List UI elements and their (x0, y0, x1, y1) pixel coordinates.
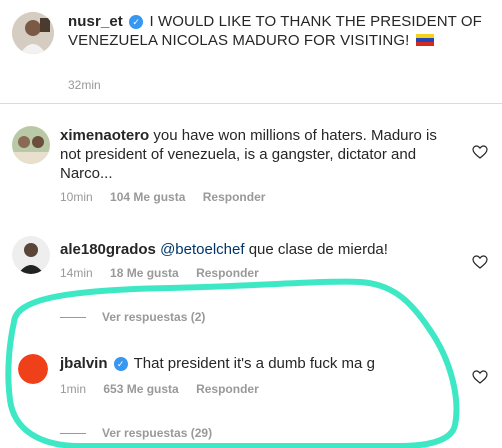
comment-time: 14min (60, 266, 93, 280)
post-caption: nusr_et ✓ I WOULD LIKE TO THANK THE PRES… (68, 12, 488, 50)
comment-time: 10min (60, 190, 93, 204)
comment-avatar[interactable] (12, 126, 50, 164)
reply-button[interactable]: Responder (203, 190, 266, 204)
verified-badge-icon: ✓ (129, 15, 144, 29)
comment-text: That president it's a dumb fuck ma g (133, 355, 375, 372)
comment-text: que clase de mierda! (248, 241, 388, 258)
reply-button[interactable]: Responder (196, 266, 259, 280)
comment-likes[interactable]: 104 Me gusta (110, 190, 185, 204)
comment-mention[interactable]: @betoelchef (160, 241, 244, 258)
post-author-avatar[interactable] (12, 12, 54, 54)
comment-username[interactable]: ale180grados (60, 241, 156, 258)
post-time: 32min (68, 78, 101, 92)
comment-meta: 10min 104 Me gusta Responder (60, 190, 279, 204)
view-replies-label: Ver respuestas (29) (102, 426, 213, 440)
comment-body: ale180grados @betoelchef que clase de mi… (60, 240, 460, 259)
replies-divider (60, 433, 86, 434)
heart-outline-icon[interactable] (472, 255, 488, 269)
comment-avatar[interactable] (18, 354, 48, 384)
comment-meta: 1min 653 Me gusta Responder (60, 382, 273, 396)
comment-username[interactable]: ximenaotero (60, 127, 149, 144)
original-post: nusr_et ✓ I WOULD LIKE TO THANK THE PRES… (0, 0, 502, 104)
post-username[interactable]: nusr_et (68, 13, 123, 30)
comment-avatar[interactable] (12, 236, 50, 274)
comment-username[interactable]: jbalvin (60, 355, 108, 372)
verified-badge-icon: ✓ (113, 357, 128, 371)
comment-likes[interactable]: 653 Me gusta (103, 382, 178, 396)
comment-likes[interactable]: 18 Me gusta (110, 266, 179, 280)
replies-divider (60, 317, 86, 318)
view-replies-button[interactable]: Ver respuestas (2) (60, 310, 205, 324)
view-replies-button[interactable]: Ver respuestas (29) (60, 426, 212, 440)
view-replies-label: Ver respuestas (2) (102, 310, 206, 324)
comment-meta: 14min 18 Me gusta Responder (60, 266, 273, 280)
comment-time: 1min (60, 382, 87, 396)
comment-body: ximenaotero you have won millions of hat… (60, 126, 460, 183)
comment-body: jbalvin ✓ That president it's a dumb fuc… (60, 354, 460, 373)
heart-outline-icon[interactable] (472, 145, 488, 159)
heart-outline-icon[interactable] (472, 370, 488, 384)
reply-button[interactable]: Responder (196, 382, 259, 396)
venezuela-flag-icon (415, 34, 434, 46)
